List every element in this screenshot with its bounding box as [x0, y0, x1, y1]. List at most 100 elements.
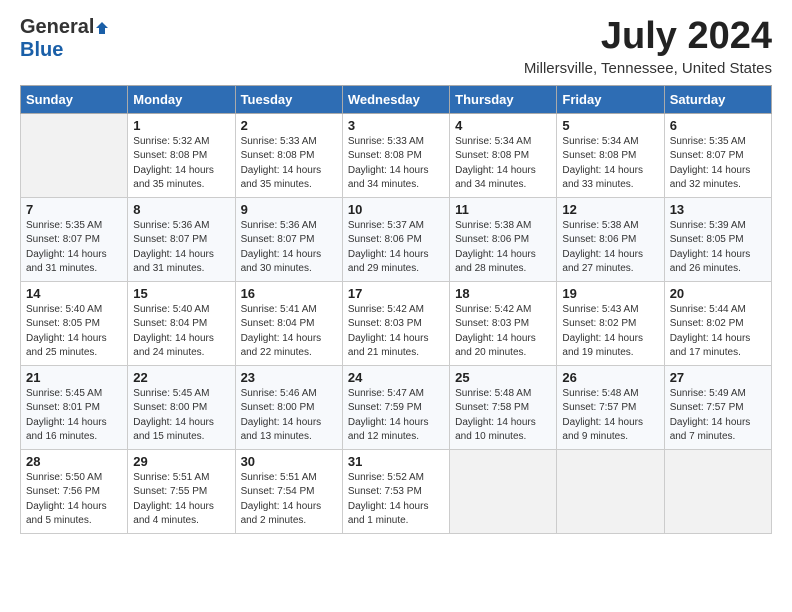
day-info: Sunrise: 5:43 AM Sunset: 8:02 PM Dayligh…: [562, 303, 658, 361]
logo-general-text: General: [20, 16, 94, 39]
calendar-cell: 17 Sunrise: 5:42 AM Sunset: 8:03 PM Dayli…: [342, 281, 449, 365]
day-info: Sunrise: 5:42 AM Sunset: 8:03 PM Dayligh…: [348, 303, 444, 361]
day-number: 7: [26, 202, 122, 217]
column-header-wednesday: Wednesday: [342, 85, 449, 113]
column-header-sunday: Sunday: [21, 85, 128, 113]
calendar-cell: 13 Sunrise: 5:39 AM Sunset: 8:05 PM Dayli…: [664, 197, 771, 281]
calendar-week-row: 14Sunrise: 5:40 AM Sunset: 8:05 PM Dayli…: [21, 281, 772, 365]
column-header-monday: Monday: [128, 85, 235, 113]
day-number: 24: [348, 370, 444, 385]
calendar-cell: 10 Sunrise: 5:37 AM Sunset: 8:06 PM Dayli…: [342, 197, 449, 281]
day-number: 12: [562, 202, 658, 217]
calendar-cell: 25 Sunrise: 5:48 AM Sunset: 7:58 PM Dayli…: [450, 365, 557, 449]
day-info: Sunrise: 5:45 AM Sunset: 8:01 PM Dayligh…: [26, 387, 122, 445]
calendar-cell: 9Sunrise: 5:36 AM Sunset: 8:07 PM Daylig…: [235, 197, 342, 281]
day-info: Sunrise: 5:47 AM Sunset: 7:59 PM Dayligh…: [348, 387, 444, 445]
calendar-cell: 18Sunrise: 5:42 AM Sunset: 8:03 PM Dayli…: [450, 281, 557, 365]
day-number: 23: [241, 370, 337, 385]
calendar-cell: 1 Sunrise: 5:32 AM Sunset: 8:08 PM Daylig…: [128, 113, 235, 197]
logo-blue-text: Blue: [20, 39, 63, 61]
day-number: 20: [670, 286, 766, 301]
calendar-cell: 12 Sunrise: 5:38 AM Sunset: 8:06 PM Dayli…: [557, 197, 664, 281]
day-number: 17: [348, 286, 444, 301]
day-number: 19: [562, 286, 658, 301]
day-number: 22: [133, 370, 229, 385]
day-info: Sunrise: 5:48 AM Sunset: 7:58 PM Dayligh…: [455, 387, 551, 445]
day-number: 28: [26, 454, 122, 469]
calendar-header-row: SundayMondayTuesdayWednesdayThursdayFrid…: [21, 85, 772, 113]
calendar-cell: 3 Sunrise: 5:33 AM Sunset: 8:08 PM Daylig…: [342, 113, 449, 197]
day-info: Sunrise: 5:35 AM Sunset: 8:07 PM Dayligh…: [26, 219, 122, 277]
calendar-cell: 8Sunrise: 5:36 AM Sunset: 8:07 PM Daylig…: [128, 197, 235, 281]
day-info: Sunrise: 5:35 AM Sunset: 8:07 PM Dayligh…: [670, 135, 766, 193]
day-info: Sunrise: 5:38 AM Sunset: 8:06 PM Dayligh…: [455, 219, 551, 277]
day-info: Sunrise: 5:38 AM Sunset: 8:06 PM Dayligh…: [562, 219, 658, 277]
day-info: Sunrise: 5:34 AM Sunset: 8:08 PM Dayligh…: [562, 135, 658, 193]
day-info: Sunrise: 5:40 AM Sunset: 8:04 PM Dayligh…: [133, 303, 229, 361]
day-info: Sunrise: 5:45 AM Sunset: 8:00 PM Dayligh…: [133, 387, 229, 445]
calendar-week-row: 1 Sunrise: 5:32 AM Sunset: 8:08 PM Daylig…: [21, 113, 772, 197]
calendar-week-row: 21 Sunrise: 5:45 AM Sunset: 8:01 PM Dayli…: [21, 365, 772, 449]
day-number: 1: [133, 118, 229, 133]
day-number: 13: [670, 202, 766, 217]
day-info: Sunrise: 5:36 AM Sunset: 8:07 PM Dayligh…: [133, 219, 229, 277]
day-info: Sunrise: 5:32 AM Sunset: 8:08 PM Dayligh…: [133, 135, 229, 193]
day-info: Sunrise: 5:51 AM Sunset: 7:54 PM Dayligh…: [241, 471, 337, 529]
logo-icon: [95, 21, 109, 35]
calendar-cell: 7 Sunrise: 5:35 AM Sunset: 8:07 PM Daylig…: [21, 197, 128, 281]
calendar-cell: 19 Sunrise: 5:43 AM Sunset: 8:02 PM Dayli…: [557, 281, 664, 365]
calendar-week-row: 7 Sunrise: 5:35 AM Sunset: 8:07 PM Daylig…: [21, 197, 772, 281]
day-number: 9: [241, 202, 337, 217]
calendar-cell: 15Sunrise: 5:40 AM Sunset: 8:04 PM Dayli…: [128, 281, 235, 365]
column-header-tuesday: Tuesday: [235, 85, 342, 113]
calendar-cell: 20 Sunrise: 5:44 AM Sunset: 8:02 PM Dayli…: [664, 281, 771, 365]
calendar-table: SundayMondayTuesdayWednesdayThursdayFrid…: [20, 85, 772, 534]
day-number: 10: [348, 202, 444, 217]
day-info: Sunrise: 5:33 AM Sunset: 8:08 PM Dayligh…: [241, 135, 337, 193]
day-number: 27: [670, 370, 766, 385]
calendar-cell: 26 Sunrise: 5:48 AM Sunset: 7:57 PM Dayli…: [557, 365, 664, 449]
day-info: Sunrise: 5:41 AM Sunset: 8:04 PM Dayligh…: [241, 303, 337, 361]
day-info: Sunrise: 5:48 AM Sunset: 7:57 PM Dayligh…: [562, 387, 658, 445]
calendar-cell: 30Sunrise: 5:51 AM Sunset: 7:54 PM Dayli…: [235, 449, 342, 533]
calendar-cell: 29Sunrise: 5:51 AM Sunset: 7:55 PM Dayli…: [128, 449, 235, 533]
calendar-cell: 14Sunrise: 5:40 AM Sunset: 8:05 PM Dayli…: [21, 281, 128, 365]
calendar-cell: 4Sunrise: 5:34 AM Sunset: 8:08 PM Daylig…: [450, 113, 557, 197]
day-info: Sunrise: 5:44 AM Sunset: 8:02 PM Dayligh…: [670, 303, 766, 361]
day-number: 5: [562, 118, 658, 133]
calendar-cell: 16Sunrise: 5:41 AM Sunset: 8:04 PM Dayli…: [235, 281, 342, 365]
calendar-cell: 11Sunrise: 5:38 AM Sunset: 8:06 PM Dayli…: [450, 197, 557, 281]
day-info: Sunrise: 5:39 AM Sunset: 8:05 PM Dayligh…: [670, 219, 766, 277]
day-info: Sunrise: 5:33 AM Sunset: 8:08 PM Dayligh…: [348, 135, 444, 193]
day-number: 21: [26, 370, 122, 385]
day-info: Sunrise: 5:50 AM Sunset: 7:56 PM Dayligh…: [26, 471, 122, 529]
day-number: 3: [348, 118, 444, 133]
column-header-friday: Friday: [557, 85, 664, 113]
day-info: Sunrise: 5:51 AM Sunset: 7:55 PM Dayligh…: [133, 471, 229, 529]
location-title: Millersville, Tennessee, United States: [524, 60, 772, 77]
day-number: 2: [241, 118, 337, 133]
day-info: Sunrise: 5:37 AM Sunset: 8:06 PM Dayligh…: [348, 219, 444, 277]
day-number: 26: [562, 370, 658, 385]
calendar-cell: 6Sunrise: 5:35 AM Sunset: 8:07 PM Daylig…: [664, 113, 771, 197]
day-info: Sunrise: 5:40 AM Sunset: 8:05 PM Dayligh…: [26, 303, 122, 361]
calendar-cell: 21 Sunrise: 5:45 AM Sunset: 8:01 PM Dayli…: [21, 365, 128, 449]
calendar-cell: [557, 449, 664, 533]
column-header-thursday: Thursday: [450, 85, 557, 113]
column-header-saturday: Saturday: [664, 85, 771, 113]
page-header: General Blue July 2024 Millersville, Ten…: [20, 16, 772, 77]
calendar-cell: 24 Sunrise: 5:47 AM Sunset: 7:59 PM Dayli…: [342, 365, 449, 449]
calendar-cell: [450, 449, 557, 533]
calendar-cell: 27 Sunrise: 5:49 AM Sunset: 7:57 PM Dayli…: [664, 365, 771, 449]
month-title: July 2024: [524, 16, 772, 58]
day-number: 25: [455, 370, 551, 385]
day-info: Sunrise: 5:46 AM Sunset: 8:00 PM Dayligh…: [241, 387, 337, 445]
calendar-cell: 22 Sunrise: 5:45 AM Sunset: 8:00 PM Dayli…: [128, 365, 235, 449]
calendar-cell: 23 Sunrise: 5:46 AM Sunset: 8:00 PM Dayli…: [235, 365, 342, 449]
calendar-cell: [664, 449, 771, 533]
day-info: Sunrise: 5:42 AM Sunset: 8:03 PM Dayligh…: [455, 303, 551, 361]
day-number: 4: [455, 118, 551, 133]
calendar-cell: 2 Sunrise: 5:33 AM Sunset: 8:08 PM Daylig…: [235, 113, 342, 197]
day-info: Sunrise: 5:49 AM Sunset: 7:57 PM Dayligh…: [670, 387, 766, 445]
title-block: July 2024 Millersville, Tennessee, Unite…: [524, 16, 772, 77]
